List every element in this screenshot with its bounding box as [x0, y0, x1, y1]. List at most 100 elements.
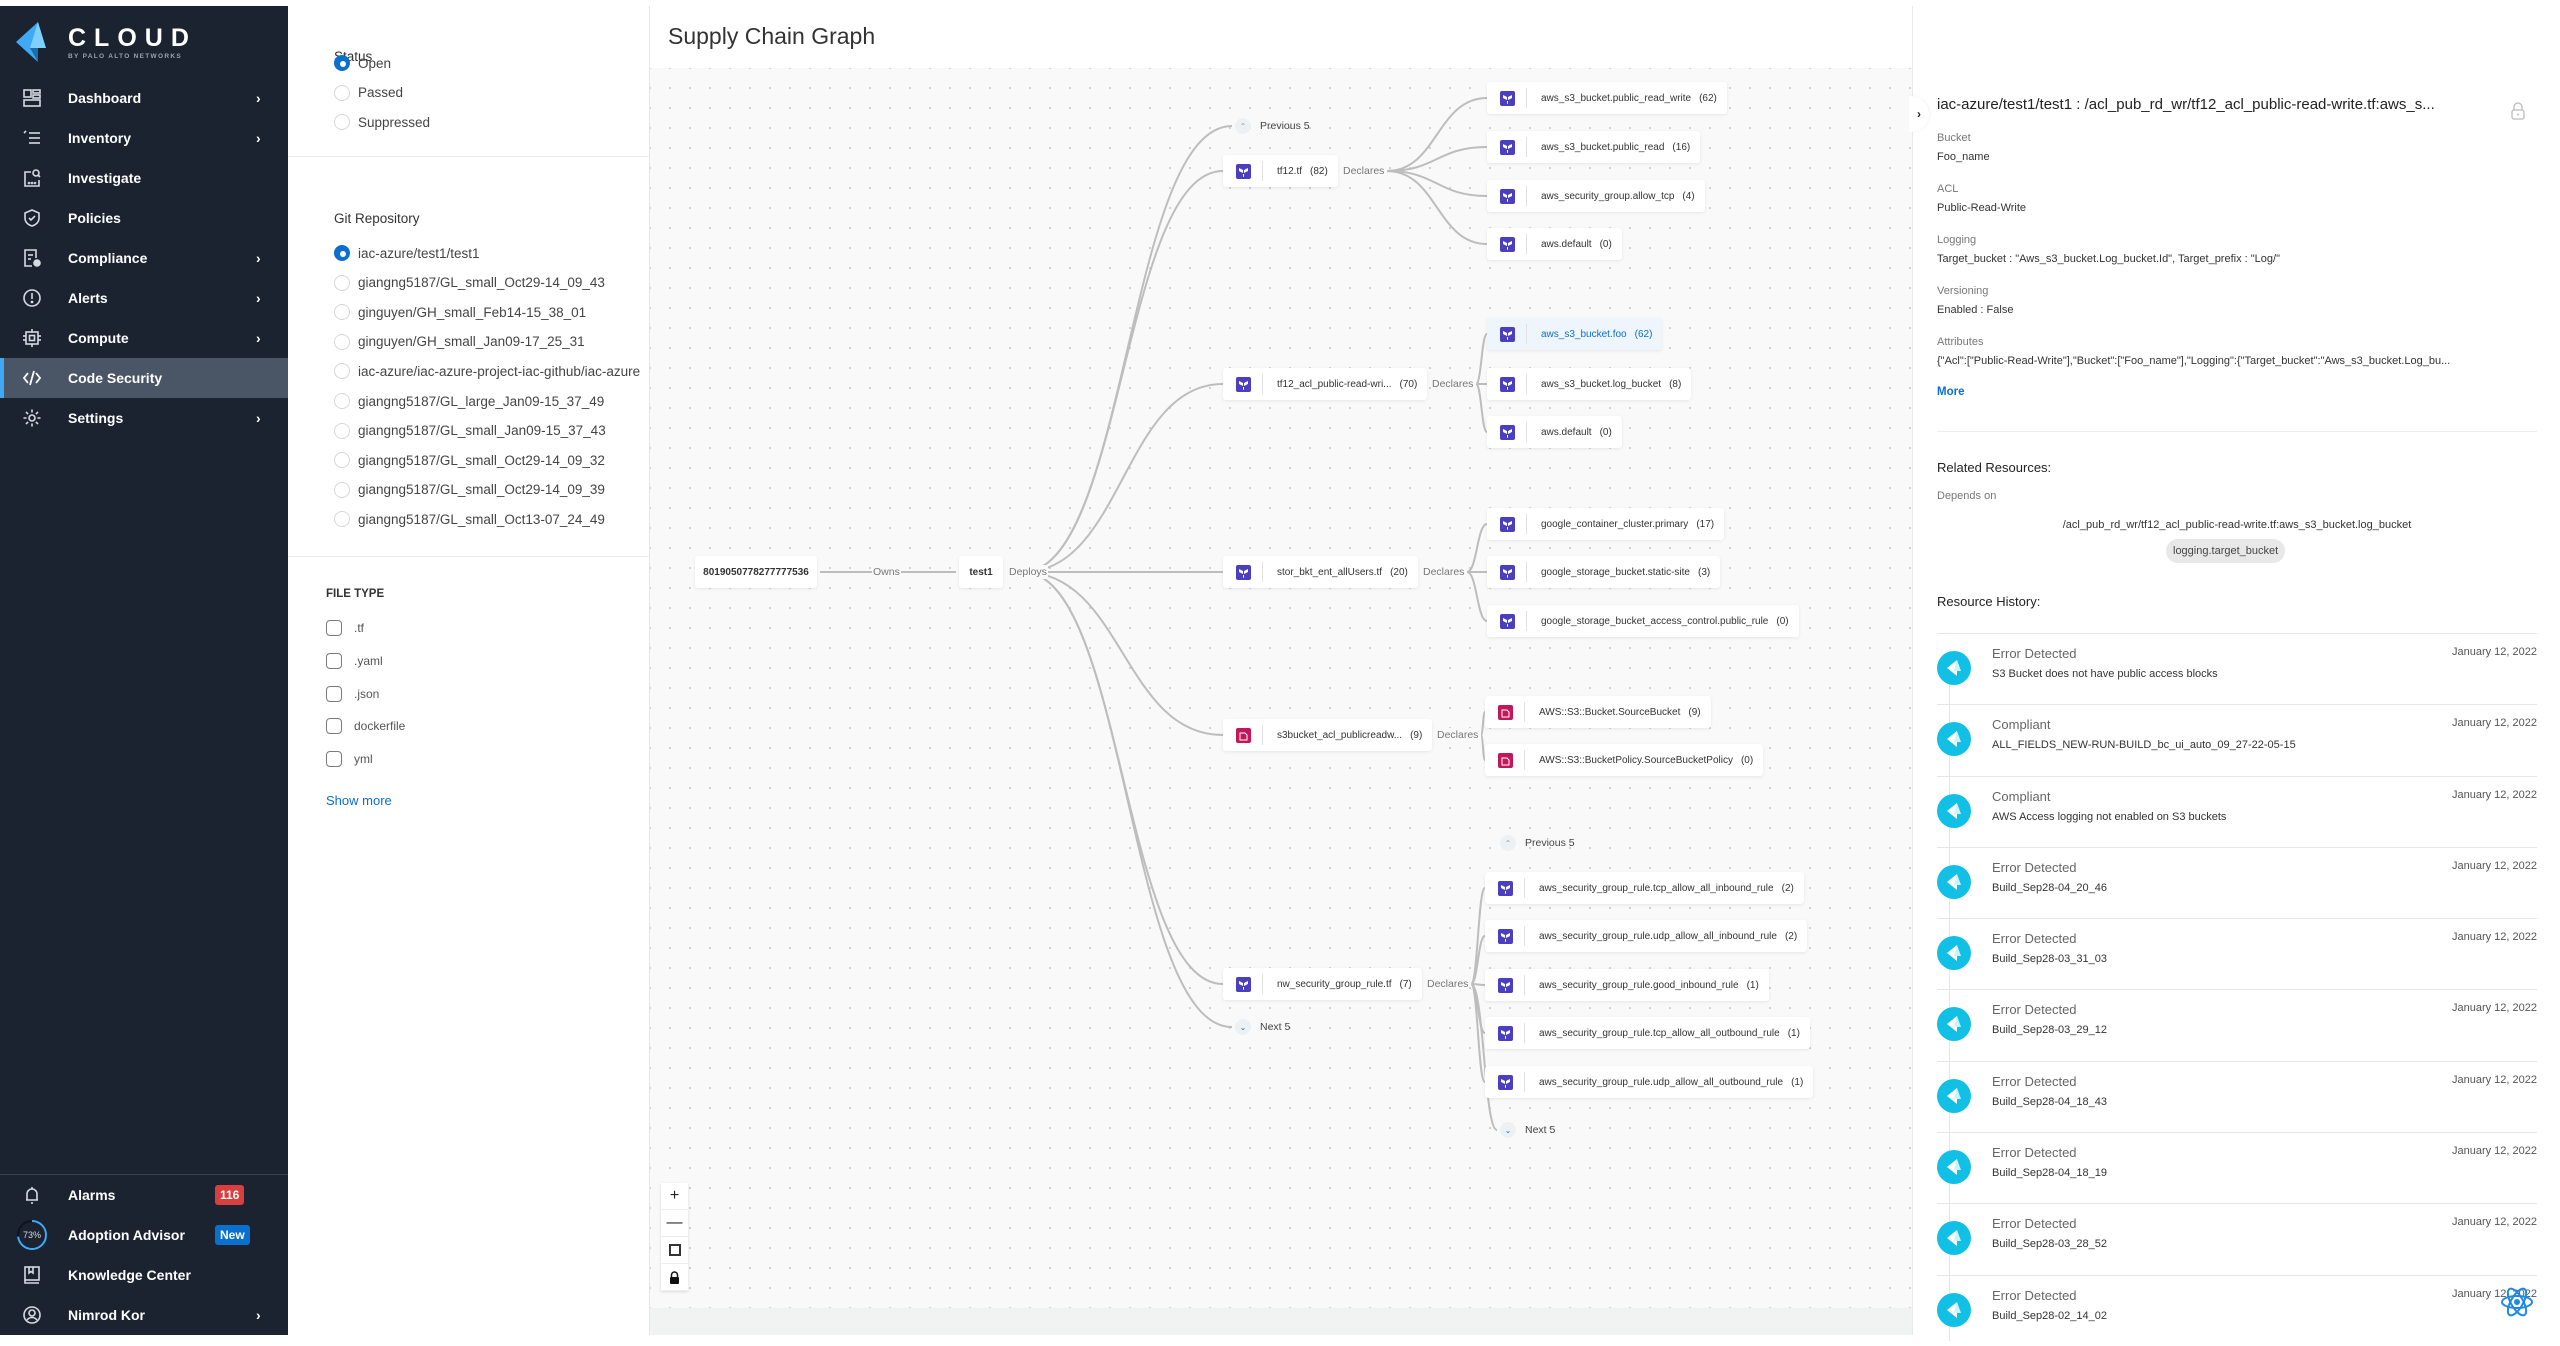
resource-node[interactable]: aws_security_group.allow_tcp (4): [1487, 180, 1705, 212]
git-repository-option[interactable]: iac-azure/test1/test1: [334, 243, 480, 263]
radio-button[interactable]: [334, 245, 350, 261]
history-entry[interactable]: Error Detected Build_Sep28-02_14_02 Januar…: [1937, 1274, 2537, 1346]
sidebar-item-alarms[interactable]: Alarms 116: [0, 1175, 288, 1215]
history-entry[interactable]: Compliant AWS Access logging not enabled …: [1937, 775, 2537, 847]
git-repository-option[interactable]: giangng5187/GL_small_Oct29-14_09_43: [334, 273, 605, 293]
sidebar-item-investigate[interactable]: Investigate: [0, 158, 288, 198]
sidebar-item-inventory[interactable]: Inventory ›: [0, 118, 288, 158]
resource-node[interactable]: aws.default (0): [1487, 416, 1622, 448]
file-type-option[interactable]: .yaml: [326, 651, 383, 671]
history-entry[interactable]: Error Detected Build_Sep28-04_18_19 Januar…: [1937, 1132, 2537, 1203]
radio-button[interactable]: [334, 393, 350, 409]
history-entry[interactable]: Error Detected Build_Sep28-03_31_03 Januar…: [1937, 918, 2537, 989]
lock-icon[interactable]: [2511, 102, 2525, 120]
resource-node[interactable]: google_storage_bucket.static-site (3): [1487, 556, 1721, 588]
resource-node[interactable]: aws_s3_bucket.log_bucket (8): [1487, 368, 1692, 400]
git-repository-option[interactable]: giangng5187/GL_small_Jan09-15_37_43: [334, 421, 606, 441]
account-node[interactable]: 8019050778277777536: [695, 556, 817, 588]
file-node[interactable]: tf12_acl_public-read-wri... (70): [1223, 368, 1428, 400]
resource-node[interactable]: aws_security_group_rule.udp_allow_all_ou…: [1485, 1066, 1814, 1098]
sidebar-item-compliance[interactable]: Compliance ›: [0, 238, 288, 278]
sidebar-item-alerts[interactable]: Alerts ›: [0, 278, 288, 318]
checkbox[interactable]: [326, 751, 342, 768]
previous-5-button[interactable]: ⌃ Previous 5: [1235, 118, 1310, 134]
lock-view-button[interactable]: [661, 1264, 688, 1291]
radio-button[interactable]: [334, 304, 350, 321]
resource-node[interactable]: google_storage_bucket_access_control.pub…: [1487, 605, 1799, 637]
checkbox[interactable]: [326, 718, 342, 735]
file-node[interactable]: s3bucket_acl_publicreadw... (9): [1223, 719, 1433, 751]
git-repository-option[interactable]: giangng5187/GL_small_Oct13-07_24_49: [334, 509, 605, 529]
show-more-link[interactable]: Show more: [326, 793, 392, 808]
radio-button[interactable]: [334, 511, 350, 528]
zoom-in-button[interactable]: +: [661, 1183, 688, 1210]
git-repository-option[interactable]: ginguyen/GH_small_Feb14-15_38_01: [334, 302, 586, 322]
file-node[interactable]: tf12.tf (82): [1223, 155, 1338, 187]
resource-node[interactable]: aws_security_group_rule.udp_allow_all_in…: [1485, 920, 1808, 952]
resource-node[interactable]: aws_s3_bucket.public_read (16): [1487, 131, 1701, 163]
history-entry[interactable]: Error Detected Build_Sep28-04_18_43 Januar…: [1937, 1060, 2537, 1132]
resource-node[interactable]: aws_security_group_rule.good_inbound_rul…: [1485, 969, 1769, 1001]
radio-button[interactable]: [334, 422, 350, 439]
git-repository-option[interactable]: giangng5187/GL_small_Oct29-14_09_39: [334, 480, 605, 500]
file-type-option[interactable]: .json: [326, 684, 379, 704]
resource-node[interactable]: AWS::S3::Bucket.SourceBucket (9): [1485, 696, 1711, 728]
file-type-option[interactable]: yml: [326, 749, 373, 769]
node-count: (1): [1746, 979, 1759, 991]
sidebar-item-knowledge-center[interactable]: Knowledge Center: [0, 1255, 288, 1295]
history-entry[interactable]: Error Detected Build_Sep28-03_29_12 Januar…: [1937, 989, 2537, 1060]
radio-button[interactable]: [334, 55, 350, 71]
sidebar-item-compute[interactable]: Compute ›: [0, 318, 288, 358]
resource-node[interactable]: aws.default (0): [1487, 228, 1622, 260]
toggle-panel-button[interactable]: ›: [1909, 96, 1929, 132]
checkbox[interactable]: [326, 620, 342, 636]
radio-button[interactable]: [334, 363, 350, 380]
next-5-resources-button[interactable]: ⌄ Next 5: [1500, 1122, 1555, 1138]
graph-canvas[interactable]: 8019050778277777536 test1 Owns Deploys ⌃ Prev…: [650, 68, 1912, 1308]
resource-node[interactable]: aws_security_group_rule.tcp_allow_all_in…: [1485, 872, 1804, 904]
radio-button[interactable]: [334, 84, 350, 101]
brand-logo[interactable]: CLOUD BY PALO ALTO NETWORKS: [16, 22, 197, 62]
radio-button[interactable]: [334, 452, 350, 469]
git-repository-option[interactable]: ginguyen/GH_small_Jan09-17_25_31: [334, 332, 585, 352]
status-option[interactable]: Passed: [334, 83, 403, 103]
file-type-option[interactable]: dockerfile: [326, 716, 405, 736]
previous-5-resources-button[interactable]: ⌃ Previous 5: [1500, 835, 1575, 851]
sidebar-item-user[interactable]: Nimrod Kor ›: [0, 1295, 288, 1335]
atom-icon[interactable]: [2500, 1285, 2534, 1319]
sidebar-item-code-security[interactable]: Code Security: [0, 358, 288, 398]
git-repository-option[interactable]: giangng5187/GL_small_Oct29-14_09_32: [334, 450, 605, 470]
fit-view-button[interactable]: [661, 1237, 688, 1264]
more-link[interactable]: More: [1937, 386, 1964, 398]
checkbox[interactable]: [326, 685, 342, 702]
status-option[interactable]: Open: [334, 53, 391, 73]
resource-node[interactable]: aws_s3_bucket.foo (62): [1487, 318, 1663, 350]
resource-node[interactable]: google_container_cluster.primary (17): [1487, 508, 1725, 540]
git-repository-option[interactable]: giangng5187/GL_large_Jan09-15_37_49: [334, 391, 604, 411]
checkbox[interactable]: [326, 652, 342, 669]
sidebar-item-settings[interactable]: Settings ›: [0, 398, 288, 438]
sidebar-item-adoption-advisor[interactable]: 73% Adoption Advisor New: [0, 1215, 288, 1255]
history-entry[interactable]: Error Detected Build_Sep28-04_20_46 Januar…: [1937, 846, 2537, 918]
history-entry[interactable]: Error Detected Build_Sep28-03_28_52 Januar…: [1937, 1203, 2537, 1274]
history-entry[interactable]: Compliant ALL_FIELDS_NEW-RUN-BUILD_bc_ui_…: [1937, 704, 2537, 775]
radio-button[interactable]: [334, 274, 350, 291]
repository-node[interactable]: test1: [959, 556, 1003, 588]
sidebar-item-dashboard[interactable]: Dashboard ›: [0, 78, 288, 118]
resource-node[interactable]: aws_security_group_rule.tcp_allow_all_ou…: [1485, 1017, 1810, 1049]
sidebar-item-policies[interactable]: Policies: [0, 198, 288, 238]
radio-button[interactable]: [334, 114, 350, 130]
resource-node[interactable]: AWS::S3::BucketPolicy.SourceBucketPolicy…: [1485, 744, 1764, 776]
file-node[interactable]: stor_bkt_ent_allUsers.tf (20): [1223, 556, 1418, 588]
resource-node[interactable]: aws_s3_bucket.public_read_write (62): [1487, 82, 1727, 114]
radio-button[interactable]: [334, 481, 350, 498]
dependency-path[interactable]: /acl_pub_rd_wr/tf12_acl_public-read-writ…: [1913, 519, 2560, 531]
git-repository-option[interactable]: iac-azure/iac-azure-project-iac-github/i…: [334, 361, 640, 381]
zoom-out-button[interactable]: —: [661, 1210, 688, 1237]
history-entry[interactable]: Error Detected S3 Bucket does not have pu…: [1937, 633, 2537, 704]
status-option[interactable]: Suppressed: [334, 112, 430, 132]
file-type-option[interactable]: .tf: [326, 618, 364, 638]
next-5-button[interactable]: ⌄ Next 5: [1235, 1019, 1290, 1035]
radio-button[interactable]: [334, 333, 350, 350]
file-node[interactable]: nw_security_group_rule.tf (7): [1223, 968, 1422, 1000]
